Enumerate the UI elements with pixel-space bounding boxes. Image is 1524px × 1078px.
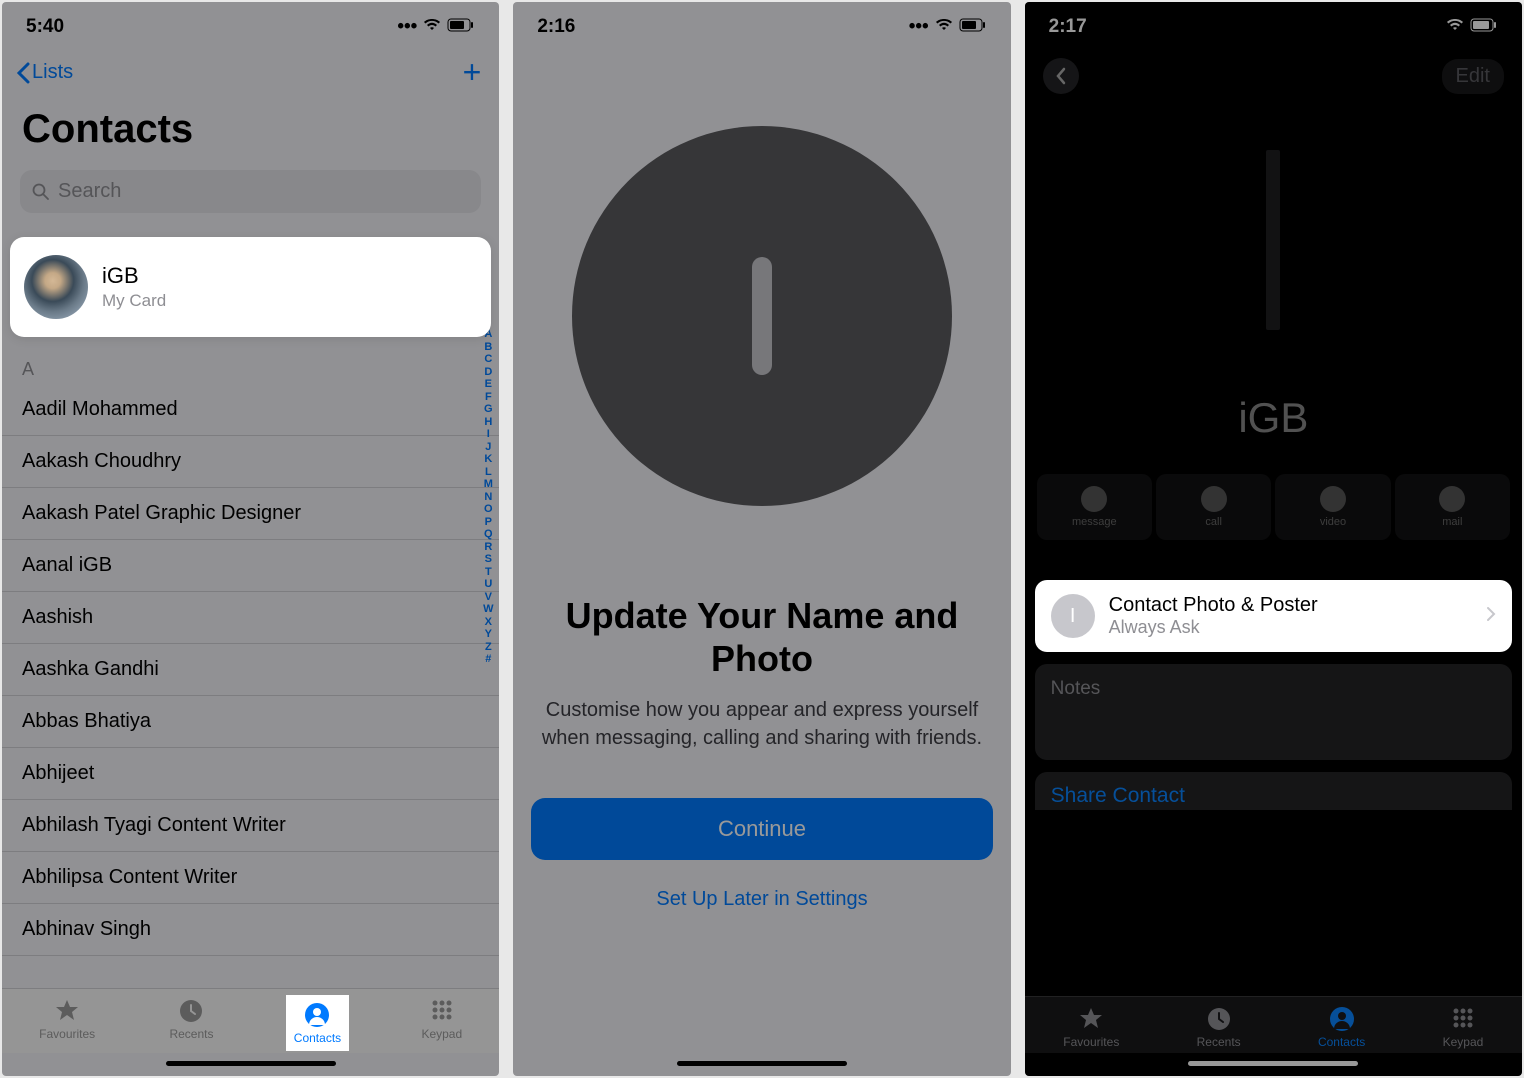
search-icon	[32, 183, 50, 201]
clock-icon	[177, 997, 205, 1025]
my-card-name: iGB	[102, 263, 166, 289]
battery-icon	[447, 16, 475, 38]
contact-photo-poster-row[interactable]: I Contact Photo & Poster Always Ask	[1035, 580, 1512, 652]
search-placeholder: Search	[58, 180, 121, 203]
action-buttons: message call video mail	[1025, 474, 1522, 540]
contact-row[interactable]: Abhinav Singh	[2, 904, 499, 956]
avatar	[24, 255, 88, 319]
add-contact-button[interactable]: +	[463, 54, 486, 91]
status-time: 2:16	[537, 16, 575, 38]
tab-bar: Favourites Recents Contacts Keypad	[2, 988, 499, 1053]
chevron-left-icon	[16, 62, 30, 84]
tab-contacts[interactable]: Contacts	[288, 997, 347, 1049]
battery-icon	[959, 16, 987, 38]
contact-poster: iGB	[1025, 106, 1522, 466]
home-indicator[interactable]	[166, 1061, 336, 1066]
cpp-sub: Always Ask	[1109, 617, 1318, 638]
person-icon	[303, 1001, 331, 1029]
monogram-letter-icon	[752, 257, 772, 375]
continue-button[interactable]: Continue	[531, 798, 992, 860]
contact-row[interactable]: Aakash Patel Graphic Designer	[2, 488, 499, 540]
monogram-avatar	[572, 126, 952, 506]
clock-icon	[1205, 1005, 1233, 1033]
share-contact-button[interactable]: Share Contact	[1035, 772, 1512, 810]
cpp-title: Contact Photo & Poster	[1109, 594, 1318, 617]
contacts-list-screen: 5:40 ••• Lists + Contacts Search iGB My …	[2, 2, 499, 1076]
status-time: 2:17	[1049, 16, 1087, 38]
signal-icon: •••	[909, 16, 929, 38]
status-bar: 5:40 •••	[2, 2, 499, 46]
back-button[interactable]: Lists	[16, 61, 73, 84]
wifi-icon	[935, 16, 953, 38]
my-card-sub: My Card	[102, 291, 166, 311]
alpha-index[interactable]: ABCDEFGHIJKLMNOPQRSTUVWXYZ#	[481, 328, 495, 666]
chevron-left-icon	[1055, 67, 1067, 85]
contact-row[interactable]: Aanal iGB	[2, 540, 499, 592]
wifi-icon	[423, 16, 441, 38]
back-label: Lists	[32, 61, 73, 84]
status-icons	[1446, 16, 1498, 38]
mail-button[interactable]: mail	[1395, 474, 1510, 540]
update-description: Customise how you appear and express you…	[531, 696, 992, 752]
video-icon	[1320, 486, 1346, 512]
call-button[interactable]: call	[1156, 474, 1271, 540]
back-button[interactable]	[1043, 58, 1079, 94]
contact-row[interactable]: Abhilipsa Content Writer	[2, 852, 499, 904]
keypad-icon	[1449, 1005, 1477, 1033]
star-icon	[53, 997, 81, 1025]
contact-name: iGB	[1238, 394, 1308, 442]
section-header: A	[2, 351, 499, 384]
contact-row[interactable]: Aakash Choudhry	[2, 436, 499, 488]
person-icon	[1328, 1005, 1356, 1033]
tab-keypad[interactable]: Keypad	[1443, 1005, 1484, 1049]
tab-recents[interactable]: Recents	[169, 997, 213, 1049]
message-icon	[1081, 486, 1107, 512]
nav-header: Lists +	[2, 46, 499, 99]
tab-favourites[interactable]: Favourites	[1063, 1005, 1119, 1049]
contact-row[interactable]: Aashish	[2, 592, 499, 644]
edit-button[interactable]: Edit	[1442, 59, 1504, 94]
contacts-list[interactable]: Aadil Mohammed Aakash Choudhry Aakash Pa…	[2, 384, 499, 956]
keypad-icon	[428, 997, 456, 1025]
status-icons: •••	[909, 16, 987, 38]
status-bar: 2:16 •••	[513, 2, 1010, 46]
search-input[interactable]: Search	[20, 170, 481, 213]
signal-icon: •••	[397, 16, 417, 38]
update-name-photo-screen: 2:16 ••• Update Your Name and Photo Cust…	[513, 2, 1010, 1076]
poster-monogram-icon	[1266, 150, 1280, 330]
contact-row[interactable]: Abhilash Tyagi Content Writer	[2, 800, 499, 852]
star-icon	[1077, 1005, 1105, 1033]
detail-header: Edit	[1025, 46, 1522, 106]
home-indicator[interactable]	[677, 1061, 847, 1066]
home-indicator[interactable]	[1188, 1061, 1358, 1066]
cpp-avatar: I	[1051, 594, 1095, 638]
tab-recents[interactable]: Recents	[1197, 1005, 1241, 1049]
notes-field[interactable]: Notes	[1035, 664, 1512, 760]
tab-bar: Favourites Recents Contacts Keypad	[1025, 996, 1522, 1053]
contact-row[interactable]: Abhijeet	[2, 748, 499, 800]
battery-icon	[1470, 16, 1498, 38]
my-card[interactable]: iGB My Card	[10, 237, 491, 337]
contact-row[interactable]: Aadil Mohammed	[2, 384, 499, 436]
page-title: Contacts	[2, 99, 499, 160]
contact-detail-screen: 2:17 Edit iGB message call video mail I …	[1025, 2, 1522, 1076]
tab-keypad[interactable]: Keypad	[421, 997, 462, 1049]
phone-icon	[1201, 486, 1227, 512]
update-title: Update Your Name and Photo	[543, 594, 980, 680]
contact-row[interactable]: Aashka Gandhi	[2, 644, 499, 696]
wifi-icon	[1446, 16, 1464, 38]
video-button[interactable]: video	[1275, 474, 1390, 540]
status-time: 5:40	[26, 16, 64, 38]
status-icons: •••	[397, 16, 475, 38]
chevron-right-icon	[1486, 606, 1496, 627]
message-button[interactable]: message	[1037, 474, 1152, 540]
mail-icon	[1439, 486, 1465, 512]
contact-row[interactable]: Abbas Bhatiya	[2, 696, 499, 748]
tab-contacts[interactable]: Contacts	[1318, 1005, 1365, 1049]
setup-later-link[interactable]: Set Up Later in Settings	[513, 888, 1010, 911]
status-bar: 2:17	[1025, 2, 1522, 46]
tab-favourites[interactable]: Favourites	[39, 997, 95, 1049]
